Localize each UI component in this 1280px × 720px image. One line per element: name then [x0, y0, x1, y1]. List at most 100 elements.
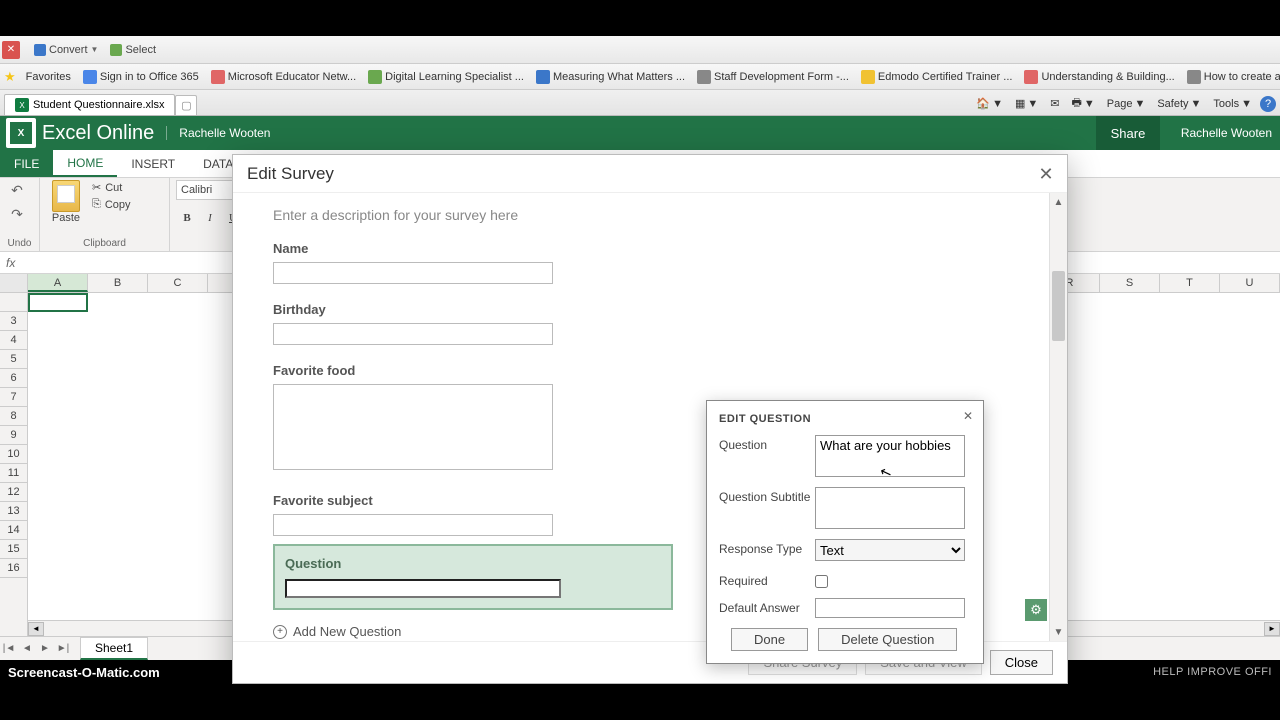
popover-close-icon[interactable]: ✕ — [959, 407, 977, 425]
copy-button[interactable]: ⎘Copy — [90, 197, 133, 212]
col-header-s[interactable]: S — [1100, 274, 1160, 292]
scroll-down-icon[interactable]: ▼ — [1050, 623, 1067, 641]
dialog-title: Edit Survey — [247, 164, 334, 184]
fav-link-7[interactable]: How to create a PDF Portf... — [1181, 70, 1280, 84]
help-icon[interactable]: ? — [1260, 96, 1276, 112]
undo-button[interactable]: ↶ — [6, 180, 28, 200]
site-icon — [861, 70, 875, 84]
row-header[interactable]: 12 — [0, 483, 27, 502]
mail-icon[interactable]: ✉ — [1046, 95, 1063, 112]
watermark: Screencast-O-Matic.com — [8, 665, 160, 680]
select-button[interactable]: Select — [104, 42, 162, 58]
favorites-star-icon[interactable]: ★ — [4, 69, 16, 85]
default-answer-field[interactable] — [815, 598, 965, 618]
sheet-nav-prev[interactable]: ◄ — [18, 640, 36, 658]
excel-logo[interactable]: X — [6, 118, 36, 148]
row-header[interactable]: 15 — [0, 540, 27, 559]
row-header[interactable]: 10 — [0, 445, 27, 464]
question-textarea[interactable] — [273, 384, 553, 470]
cut-button[interactable]: ✂Cut — [90, 180, 133, 195]
site-icon — [83, 70, 97, 84]
sheet-nav-next[interactable]: ► — [36, 640, 54, 658]
survey-question-new[interactable]: Question — [273, 544, 673, 610]
home-icon[interactable]: 🏠▼ — [972, 95, 1007, 112]
redo-button[interactable]: ↷ — [6, 204, 28, 224]
page-menu[interactable]: Page▼ — [1103, 96, 1150, 112]
row-header[interactable]: 14 — [0, 521, 27, 540]
question-input[interactable] — [273, 323, 553, 345]
dialog-close-icon[interactable]: ✕ — [1033, 161, 1059, 187]
convert-button[interactable]: Convert▼ — [28, 42, 104, 58]
scroll-right-icon[interactable]: ► — [1264, 622, 1280, 636]
excel-file-icon: X — [15, 98, 29, 112]
sheet-tab-1[interactable]: Sheet1 — [80, 637, 148, 660]
tab-file[interactable]: FILE — [0, 150, 53, 177]
feeds-icon[interactable]: ▦▼ — [1011, 95, 1042, 112]
paste-button[interactable]: Paste — [46, 180, 86, 224]
col-header-a[interactable]: A — [28, 274, 88, 292]
question-input[interactable] — [273, 262, 553, 284]
question-input[interactable] — [285, 579, 561, 598]
sheet-nav-first[interactable]: |◄ — [0, 640, 18, 658]
subtitle-field[interactable] — [815, 487, 965, 529]
edit-question-popover: EDIT QUESTION ✕ Question Question Subtit… — [706, 400, 984, 664]
safety-menu[interactable]: Safety▼ — [1153, 96, 1205, 112]
tab-home[interactable]: HOME — [53, 150, 117, 177]
fav-link-6[interactable]: Understanding & Building... — [1018, 70, 1180, 84]
select-icon — [110, 44, 122, 56]
response-type-select[interactable]: Text — [815, 539, 965, 561]
print-icon[interactable]: 🖶▼ — [1067, 92, 1098, 115]
row-header[interactable]: 16 — [0, 559, 27, 578]
sheet-nav-last[interactable]: ►| — [54, 640, 72, 658]
select-all-corner[interactable] — [0, 274, 28, 292]
dialog-scrollbar[interactable]: ▲ ▼ — [1049, 193, 1067, 641]
fav-link-1[interactable]: Microsoft Educator Netw... — [205, 70, 362, 84]
fav-link-0[interactable]: Sign in to Office 365 — [77, 70, 205, 84]
col-header-c[interactable]: C — [148, 274, 208, 292]
italic-button[interactable]: I — [199, 208, 221, 228]
fav-link-2[interactable]: Digital Learning Specialist ... — [362, 70, 530, 84]
ie-new-tab[interactable]: ▢ — [175, 95, 197, 115]
row-header[interactable]: 13 — [0, 502, 27, 521]
survey-question-name: Name — [273, 241, 1027, 284]
close-icon[interactable]: ✕ — [2, 41, 20, 59]
scroll-up-icon[interactable]: ▲ — [1050, 193, 1067, 211]
required-checkbox[interactable] — [815, 575, 828, 588]
col-header-u[interactable]: U — [1220, 274, 1280, 292]
fav-link-3[interactable]: Measuring What Matters ... — [530, 70, 691, 84]
row-header[interactable] — [0, 293, 27, 312]
row-header[interactable]: 3 — [0, 312, 27, 331]
row-header[interactable]: 4 — [0, 331, 27, 350]
favorites-button[interactable]: Favorites — [20, 71, 77, 83]
row-header[interactable]: 7 — [0, 388, 27, 407]
add-new-question-button[interactable]: + Add New Question — [273, 624, 401, 639]
tools-menu[interactable]: Tools▼ — [1209, 96, 1256, 112]
row-header[interactable]: 5 — [0, 350, 27, 369]
bold-button[interactable]: B — [176, 208, 198, 228]
share-button[interactable]: Share — [1096, 116, 1160, 150]
done-button[interactable]: Done — [731, 628, 808, 651]
signed-in-user[interactable]: Rachelle Wooten — [1181, 116, 1272, 150]
row-header[interactable]: 8 — [0, 407, 27, 426]
scissors-icon: ✂ — [92, 181, 101, 194]
gear-icon[interactable]: ⚙ — [1025, 599, 1047, 621]
scroll-thumb[interactable] — [1052, 271, 1065, 341]
ie-tab-active[interactable]: X Student Questionnaire.xlsx — [4, 94, 175, 115]
scroll-left-icon[interactable]: ◄ — [28, 622, 44, 636]
survey-description-placeholder[interactable]: Enter a description for your survey here — [273, 203, 1027, 241]
col-header-b[interactable]: B — [88, 274, 148, 292]
row-header[interactable]: 6 — [0, 369, 27, 388]
help-improve-link[interactable]: HELP IMPROVE OFFI — [1153, 666, 1272, 678]
row-header[interactable]: 11 — [0, 464, 27, 483]
close-button[interactable]: Close — [990, 650, 1053, 675]
question-field[interactable] — [815, 435, 965, 477]
tab-insert[interactable]: INSERT — [117, 150, 189, 177]
question-input[interactable] — [273, 514, 553, 536]
fav-link-5[interactable]: Edmodo Certified Trainer ... — [855, 70, 1019, 84]
delete-question-button[interactable]: Delete Question — [818, 628, 957, 651]
col-header-t[interactable]: T — [1160, 274, 1220, 292]
response-type-label: Response Type — [719, 539, 815, 556]
row-header[interactable]: 9 — [0, 426, 27, 445]
subtitle-field-label: Question Subtitle — [719, 487, 815, 504]
fav-link-4[interactable]: Staff Development Form -... — [691, 70, 855, 84]
